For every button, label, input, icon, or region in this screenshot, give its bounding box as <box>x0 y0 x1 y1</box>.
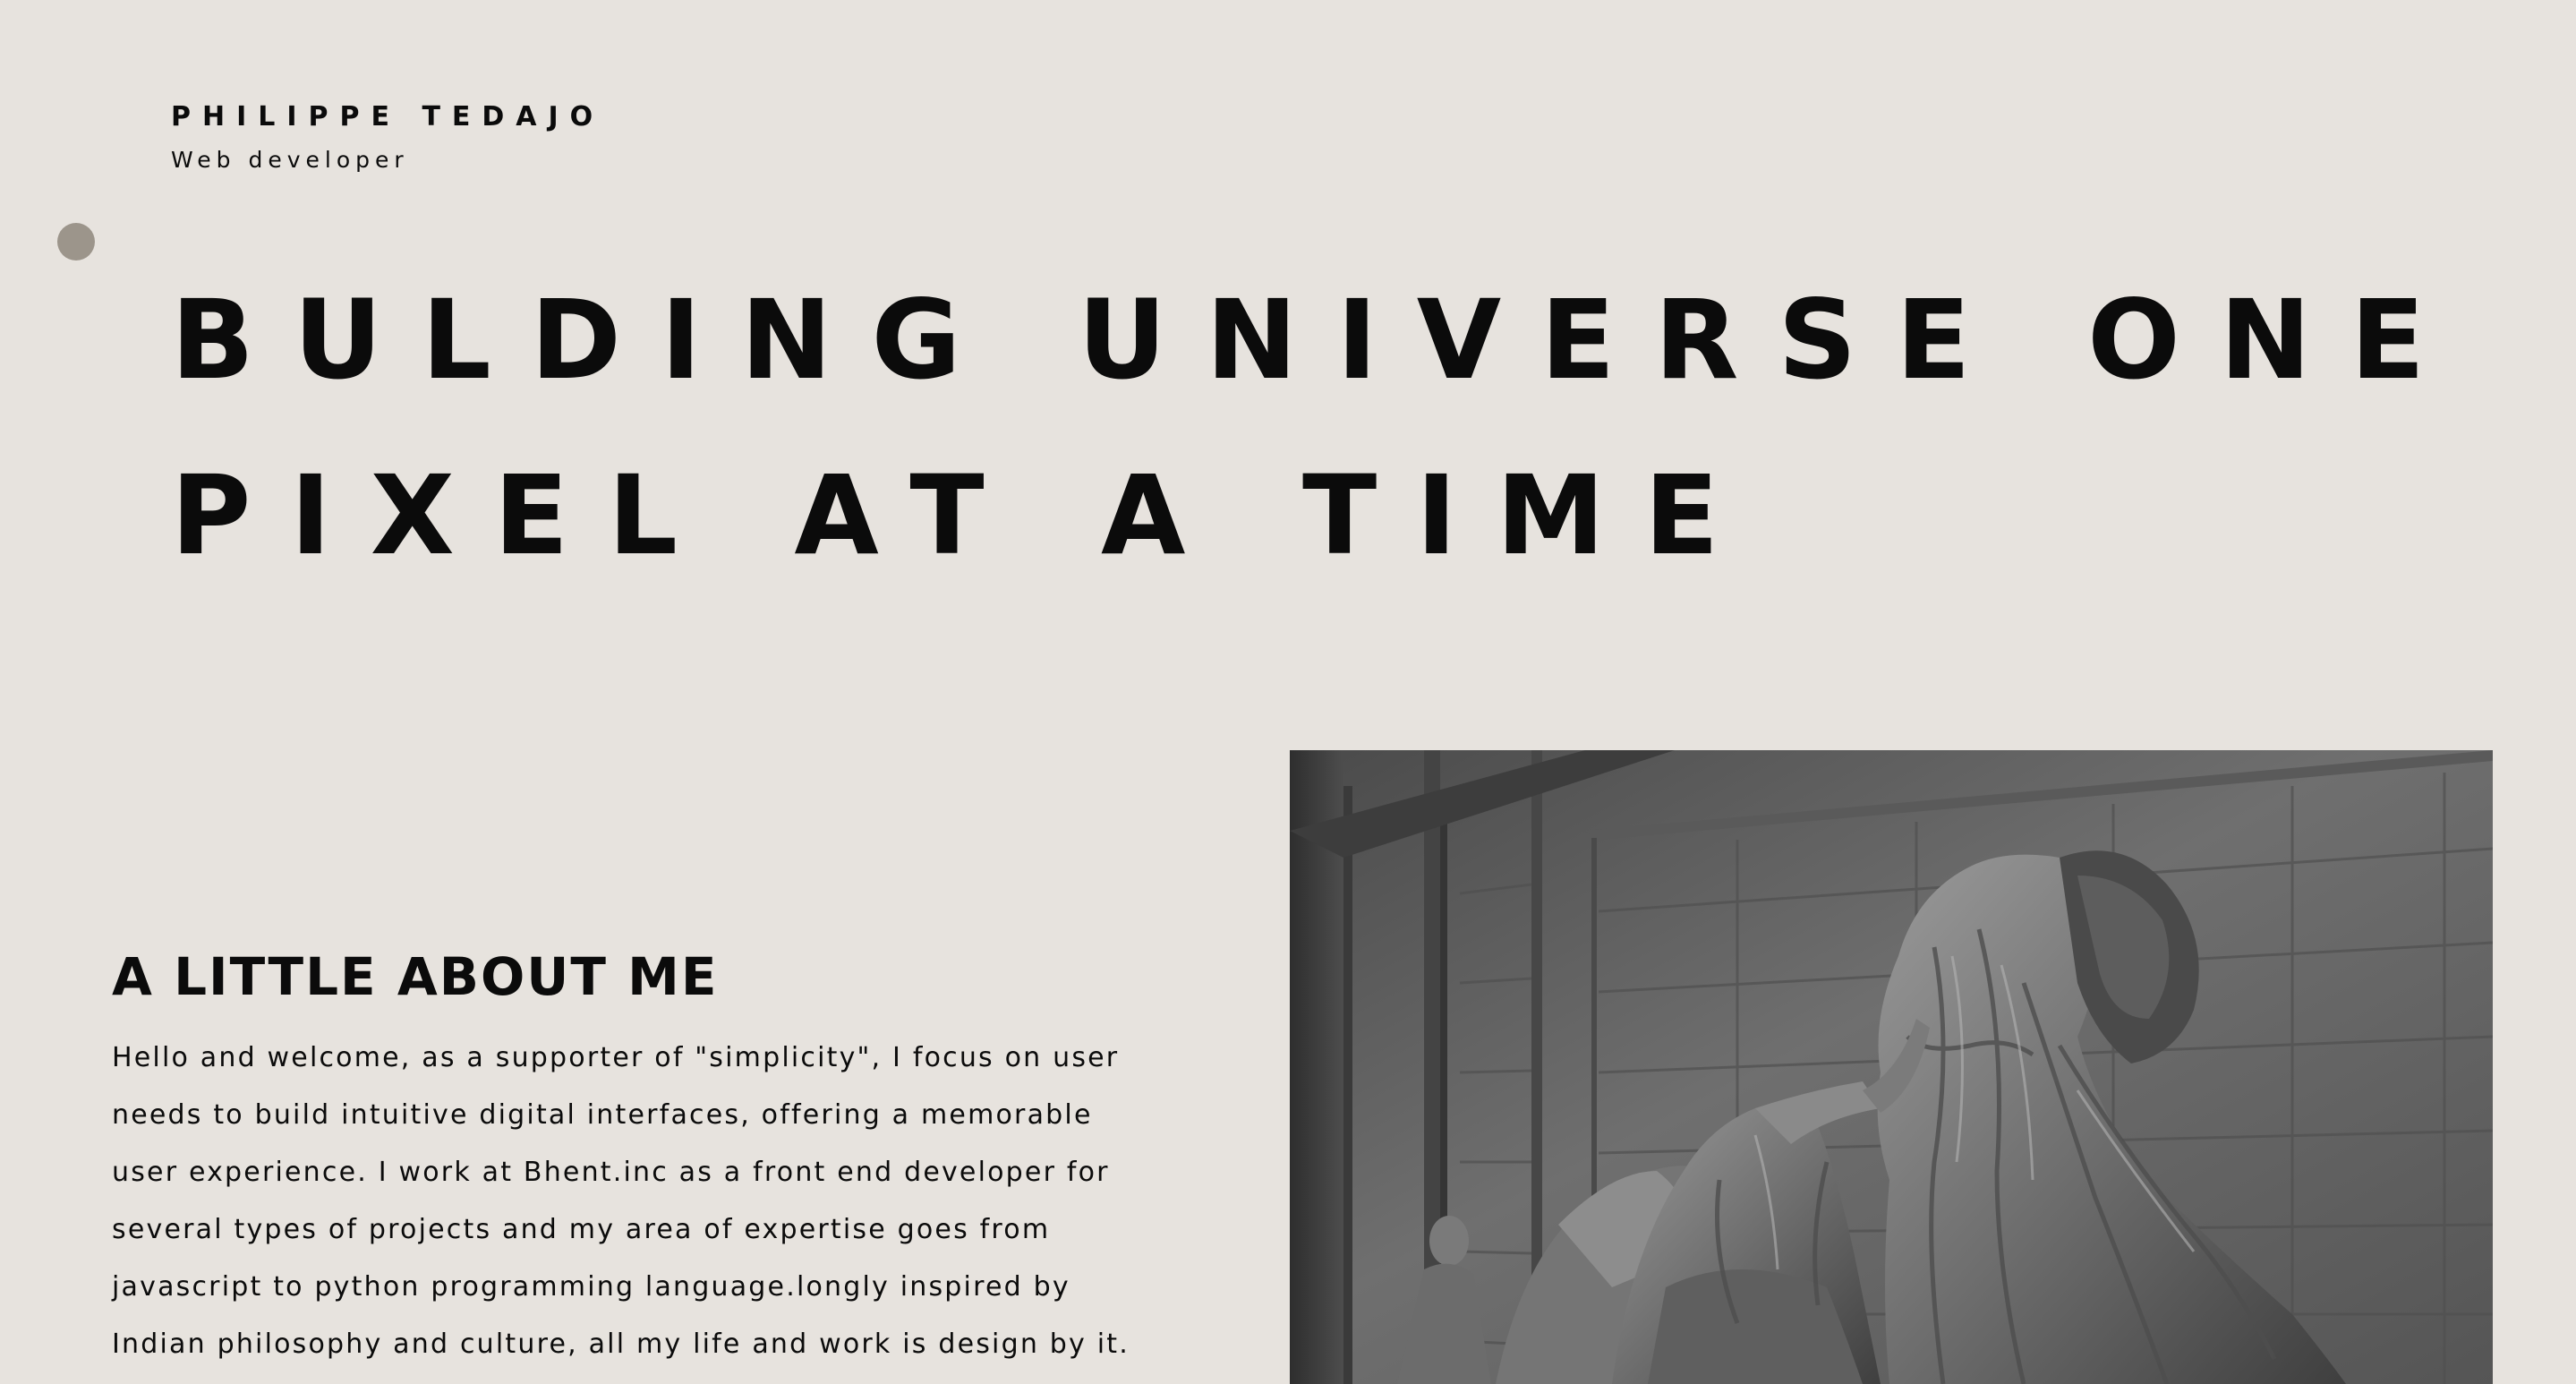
about-line: javascript to python programming languag… <box>112 1271 1070 1303</box>
about-paragraph: Hello and welcome, as a supporter of "si… <box>112 1029 1141 1373</box>
brand-role: Web developer <box>171 147 409 173</box>
scroll-indicator-dot[interactable] <box>57 223 95 261</box>
about-line: several types of projects and my area of… <box>112 1214 1051 1245</box>
about-line: user experience. I work at Bhent.inc as … <box>112 1157 1110 1188</box>
about-title: A LITTLE ABOUT ME <box>112 946 719 1007</box>
hero-heading-line-2: PIXEL AT A TIME <box>171 452 1759 579</box>
brand-name[interactable]: PHILIPPE TEDAJO <box>171 104 604 131</box>
about-line: Hello and welcome, as a supporter of "si… <box>112 1042 1120 1073</box>
statue-photo-illustration <box>1290 750 2493 1384</box>
hero-heading: BULDING UNIVERSE ONE PIXEL AT A TIME <box>171 252 2462 603</box>
hero-heading-line-1: BULDING UNIVERSE ONE <box>171 277 2465 404</box>
statue-photo <box>1290 750 2493 1384</box>
about-line: Indian philosophy and culture, all my li… <box>112 1328 1130 1360</box>
about-line: needs to build intuitive digital interfa… <box>112 1099 1093 1131</box>
